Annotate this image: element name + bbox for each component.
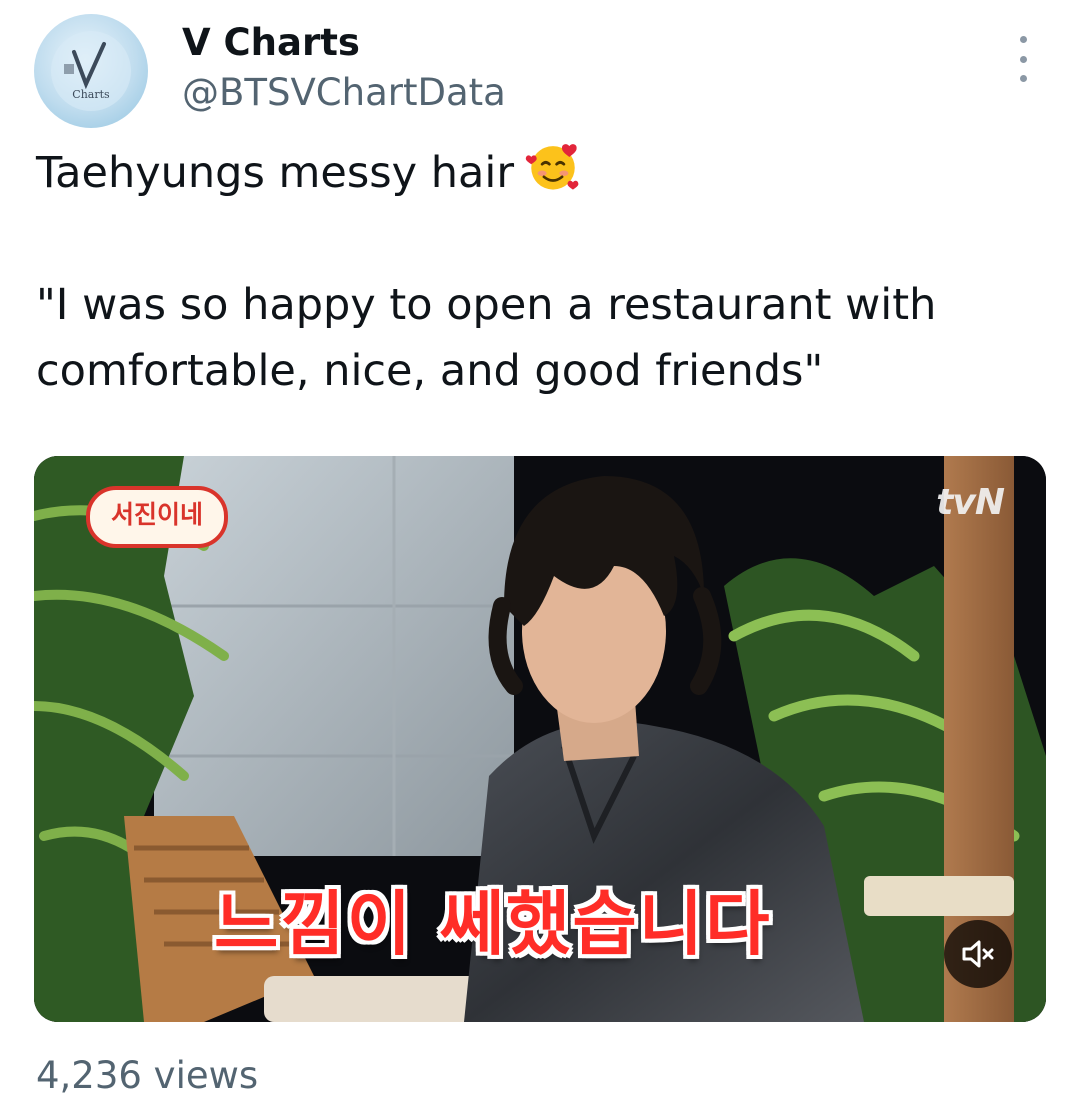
tweet-text-line-1: Taehyungs messy hair xyxy=(36,137,1046,206)
tweet-text-line-2: "I was so happy to open a restaurant wit… xyxy=(36,280,937,330)
avatar-logo-image: Charts xyxy=(51,31,131,111)
avatar[interactable]: Charts xyxy=(34,14,148,128)
more-options-icon[interactable] xyxy=(1006,36,1040,82)
author-display-name[interactable]: V Charts xyxy=(182,20,360,66)
video-subtitle: 느낌이 쎄했습니다 xyxy=(214,883,772,965)
show-logo: 서진이네 xyxy=(86,486,228,548)
tweet-text-line-3: comfortable, nice, and good friends" xyxy=(36,346,824,396)
tweet-text-1: Taehyungs messy hair xyxy=(36,148,515,198)
avatar-text: Charts xyxy=(72,88,110,101)
video-player[interactable]: 서진이네 tvN 느낌이 쎄했습니다 xyxy=(34,456,1046,1022)
tweet-card[interactable]: Charts V Charts @BTSVChartData Taehyungs… xyxy=(0,0,1080,1118)
volume-muted-icon[interactable] xyxy=(944,920,1012,988)
smiling-face-with-hearts-icon xyxy=(525,144,579,190)
author-handle[interactable]: @BTSVChartData xyxy=(182,70,506,116)
channel-logo: tvN xyxy=(936,482,1005,523)
view-count: 4,236 views xyxy=(36,1054,259,1097)
